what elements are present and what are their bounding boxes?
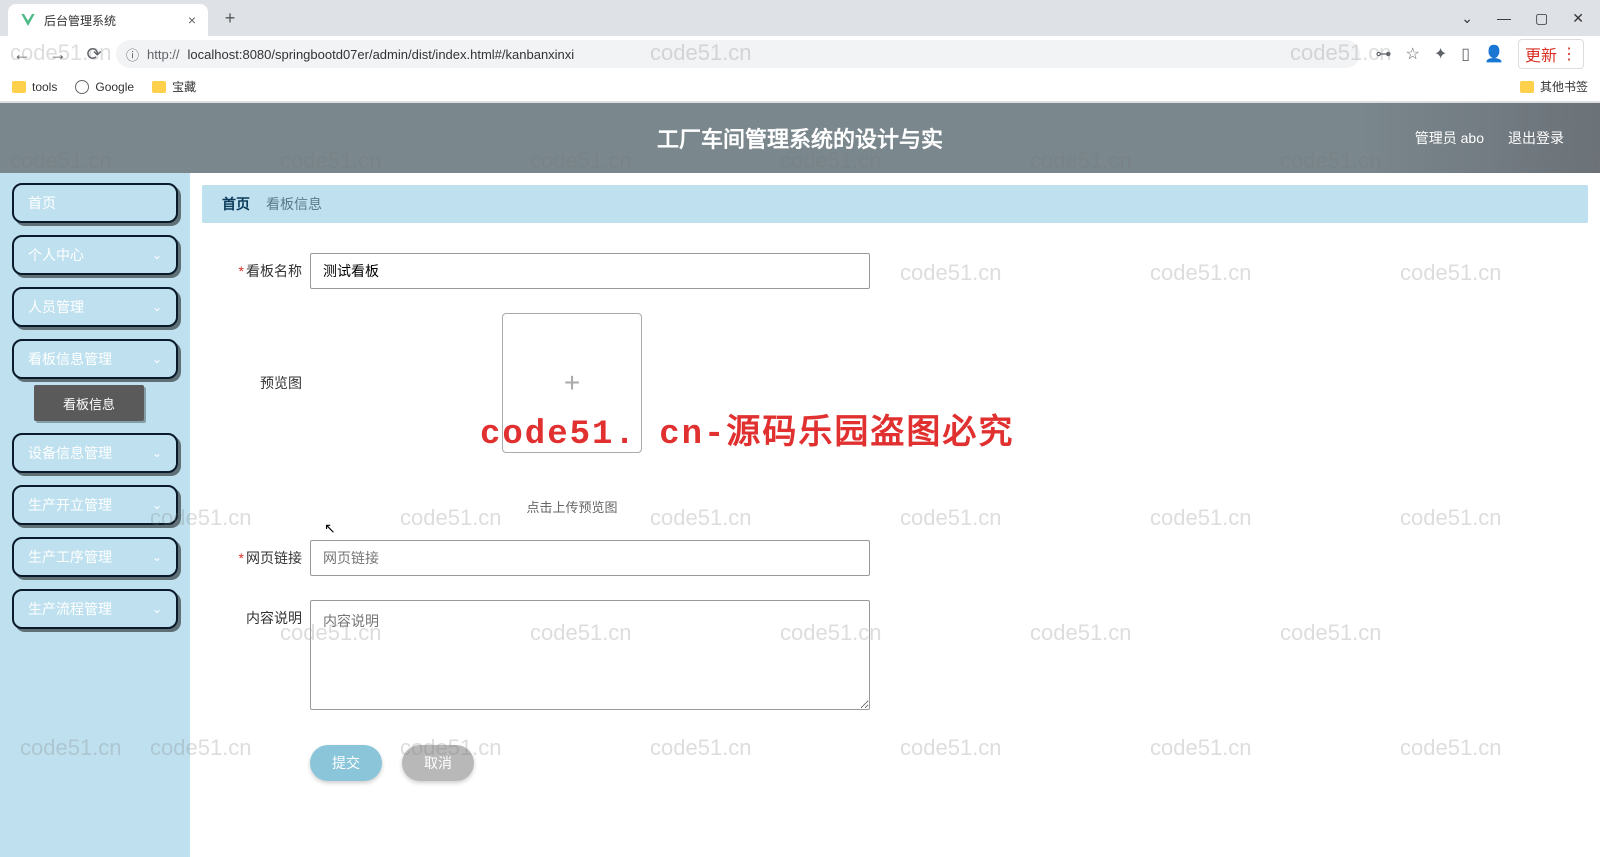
input-kanban-name[interactable]	[310, 253, 870, 289]
upload-box[interactable]: +	[502, 313, 642, 453]
chevron-down-icon: ⌄	[152, 602, 162, 616]
sidebar-item-home[interactable]: 首页	[12, 183, 178, 223]
more-icon: ⋮	[1561, 44, 1577, 64]
star-icon[interactable]: ☆	[1406, 44, 1420, 64]
logout-button[interactable]: 退出登录	[1508, 128, 1564, 148]
textarea-desc[interactable]	[310, 600, 870, 710]
browser-chrome: 后台管理系统 × + ⌄ — ▢ ✕ ← → ⟳ ⓘ http:// local…	[0, 0, 1600, 103]
reader-icon[interactable]: ▯	[1461, 44, 1470, 64]
chevron-down-icon: ⌄	[152, 446, 162, 460]
sidebar-item-production-process[interactable]: 生产工序管理⌄	[12, 537, 178, 577]
app-body: 首页 个人中心⌄ 人员管理⌄ 看板信息管理⌄ 看板信息 设备信息管理⌄ 生产开立…	[0, 173, 1600, 857]
submit-button[interactable]: 提交	[310, 745, 382, 781]
extension-icon[interactable]: ✦	[1434, 44, 1447, 64]
url-text: localhost:8080/springbootd07er/admin/dis…	[188, 47, 575, 62]
app-header: 工厂车间管理系统的设计与实 管理员 abo 退出登录	[0, 103, 1600, 173]
sidebar-item-kanban[interactable]: 看板信息管理⌄	[12, 339, 178, 379]
reload-button[interactable]: ⟳	[80, 40, 108, 68]
label-desc: 内容说明	[212, 600, 302, 628]
sidebar: 首页 个人中心⌄ 人员管理⌄ 看板信息管理⌄ 看板信息 设备信息管理⌄ 生产开立…	[0, 173, 190, 857]
main-content: 首页 看板信息 *看板名称 预览图 + 点击上传预览图 *网页	[190, 173, 1600, 857]
chevron-down-icon[interactable]: ⌄	[1461, 10, 1473, 27]
forward-button[interactable]: →	[44, 40, 72, 68]
sidebar-item-personnel[interactable]: 人员管理⌄	[12, 287, 178, 327]
sidebar-subitem-kanban-info[interactable]: 看板信息	[34, 385, 144, 421]
breadcrumb-home[interactable]: 首页	[222, 194, 250, 214]
app-title: 工厂车间管理系统的设计与实	[657, 122, 943, 154]
maximize-icon[interactable]: ▢	[1535, 10, 1548, 27]
other-bookmarks[interactable]: 其他书签	[1520, 78, 1588, 95]
address-bar: ← → ⟳ ⓘ http:// localhost:8080/springboo…	[0, 36, 1600, 72]
chevron-down-icon: ⌄	[152, 300, 162, 314]
sidebar-item-production-flow[interactable]: 生产流程管理⌄	[12, 589, 178, 629]
back-button[interactable]: ←	[8, 40, 36, 68]
globe-icon	[75, 80, 89, 94]
chevron-down-icon: ⌄	[152, 352, 162, 366]
toolbar-icons: ⊶ ☆ ✦ ▯ 👤 更新 ⋮	[1368, 39, 1593, 69]
breadcrumb: 首页 看板信息	[202, 185, 1588, 223]
folder-icon	[152, 81, 166, 93]
vue-favicon-icon	[20, 12, 36, 28]
cancel-button[interactable]: 取消	[402, 745, 474, 781]
label-preview: 预览图	[212, 313, 302, 393]
new-tab-button[interactable]: +	[216, 8, 244, 29]
update-button[interactable]: 更新 ⋮	[1518, 39, 1584, 69]
tab-bar: 后台管理系统 × + ⌄ — ▢ ✕	[0, 0, 1600, 36]
breadcrumb-current: 看板信息	[266, 194, 322, 214]
form-area: *看板名称 预览图 + 点击上传预览图 *网页链接	[202, 223, 1588, 811]
chevron-down-icon: ⌄	[152, 248, 162, 262]
url-prefix: http://	[147, 47, 180, 62]
upload-hint: 点击上传预览图	[526, 497, 617, 516]
profile-icon[interactable]: 👤	[1484, 44, 1504, 64]
chevron-down-icon: ⌄	[152, 498, 162, 512]
bookmark-google[interactable]: Google	[75, 80, 134, 94]
folder-icon	[12, 81, 26, 93]
key-icon[interactable]: ⊶	[1376, 44, 1392, 64]
folder-icon	[1520, 81, 1534, 93]
bookmark-tools[interactable]: tools	[12, 80, 57, 94]
plus-icon: +	[564, 367, 580, 399]
browser-tab[interactable]: 后台管理系统 ×	[8, 4, 208, 36]
input-link[interactable]	[310, 540, 870, 576]
minimize-icon[interactable]: —	[1497, 10, 1511, 27]
label-kanban-name: *看板名称	[212, 253, 302, 281]
bookmark-treasure[interactable]: 宝藏	[152, 78, 196, 95]
bookmarks-bar: tools Google 宝藏 其他书签	[0, 72, 1600, 102]
sidebar-item-equipment[interactable]: 设备信息管理⌄	[12, 433, 178, 473]
close-window-icon[interactable]: ✕	[1572, 10, 1584, 27]
window-controls: ⌄ — ▢ ✕	[1461, 10, 1600, 27]
user-label[interactable]: 管理员 abo	[1415, 128, 1484, 148]
chevron-down-icon: ⌄	[152, 550, 162, 564]
sidebar-item-production-open[interactable]: 生产开立管理⌄	[12, 485, 178, 525]
url-input[interactable]: ⓘ http:// localhost:8080/springbootd07er…	[116, 40, 1360, 68]
tab-title: 后台管理系统	[44, 12, 116, 29]
sidebar-item-profile[interactable]: 个人中心⌄	[12, 235, 178, 275]
info-icon[interactable]: ⓘ	[126, 45, 139, 64]
label-link: *网页链接	[212, 540, 302, 568]
close-tab-icon[interactable]: ×	[188, 12, 196, 28]
